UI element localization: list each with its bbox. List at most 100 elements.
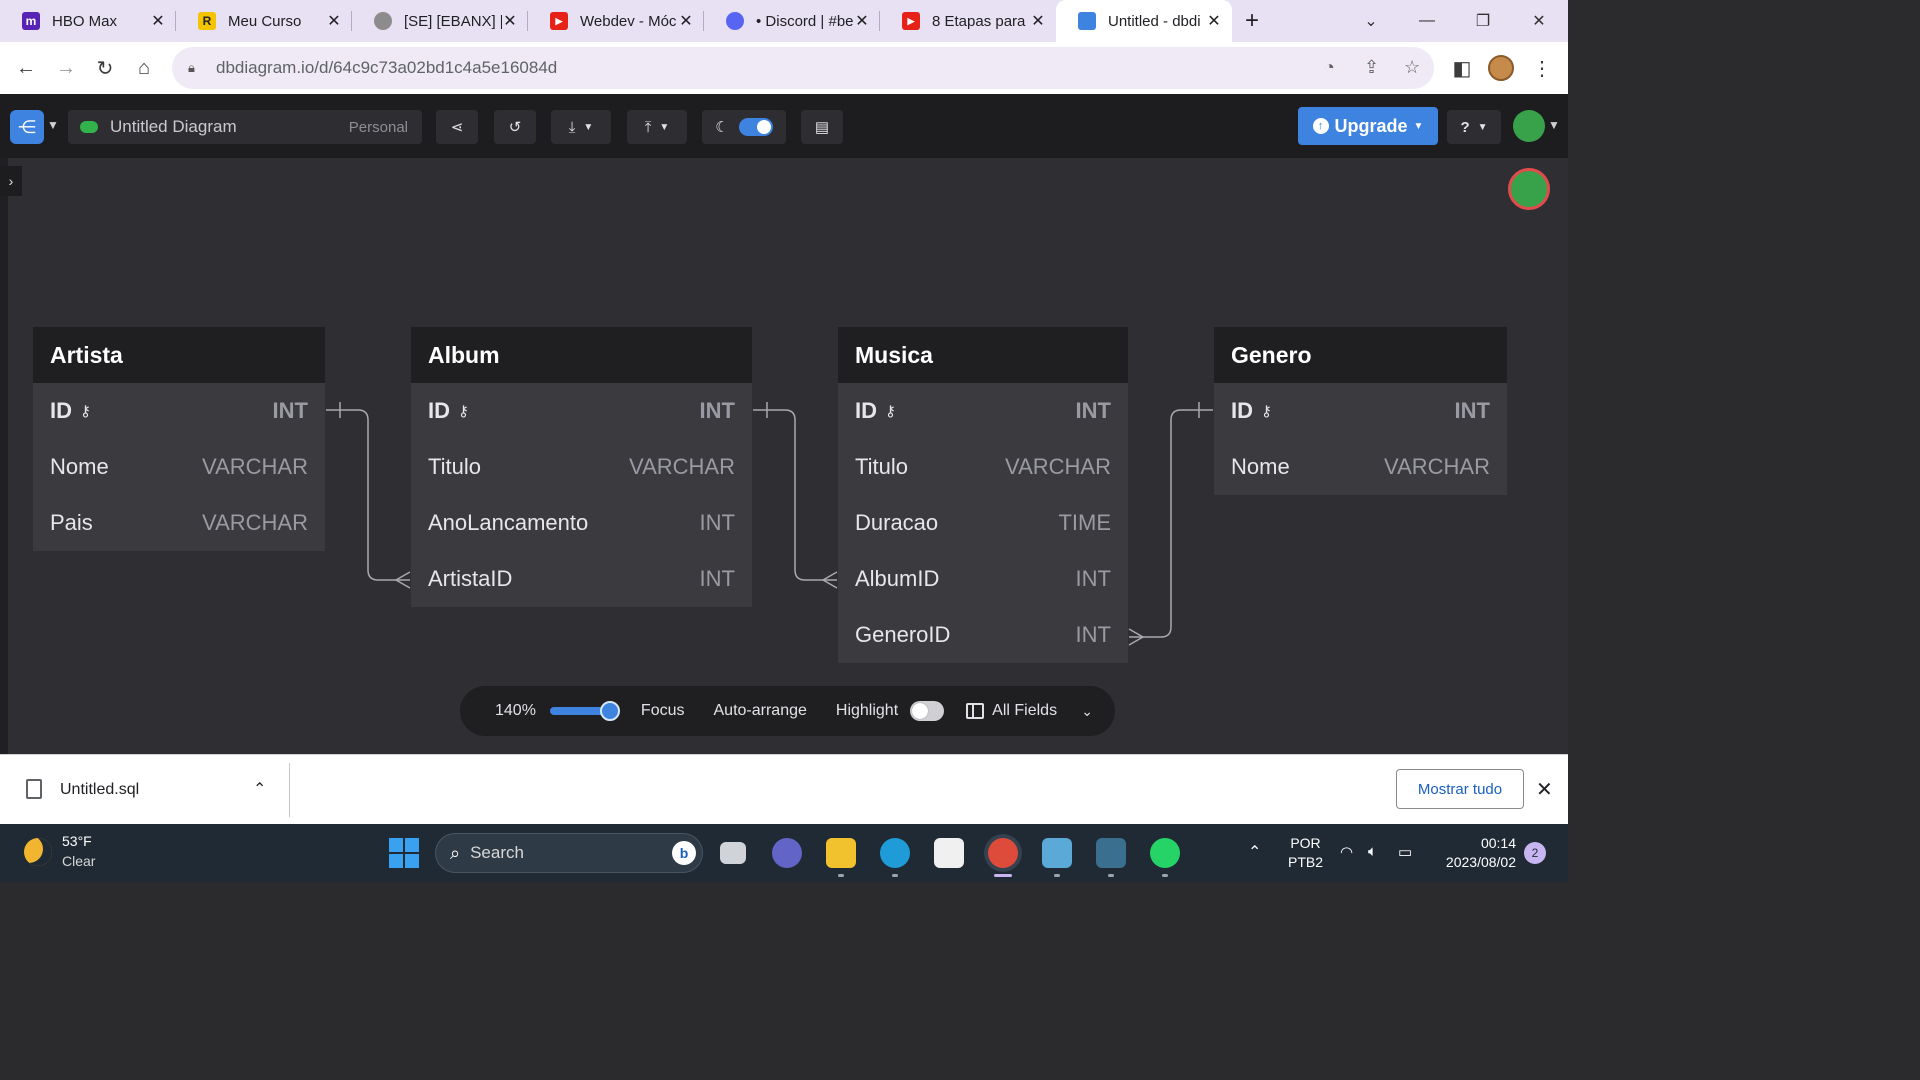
field-row[interactable]: ArtistaID INT: [411, 551, 752, 607]
field-row[interactable]: Pais VARCHAR: [33, 495, 325, 551]
bookmark-star-icon[interactable]: ☆: [1404, 57, 1420, 78]
battery-icon[interactable]: ▭: [1398, 843, 1412, 861]
reload-icon[interactable]: ↻: [91, 54, 119, 82]
field-row[interactable]: ID ⚷ INT: [33, 383, 325, 439]
dbdiagram-logo-icon[interactable]: ⋲: [10, 110, 44, 144]
table-header[interactable]: Artista: [33, 327, 325, 383]
table-artista[interactable]: Artista ID ⚷ INT Nome VARCHAR Pais VARCHA…: [33, 327, 325, 551]
table-musica[interactable]: Musica ID ⚷ INT Titulo VARCHAR Duracao TI…: [838, 327, 1128, 663]
chevron-down-icon[interactable]: ⌄: [1081, 703, 1093, 720]
teams-chat-icon[interactable]: [772, 838, 802, 868]
import-button[interactable]: ⤒ ▼: [627, 110, 687, 144]
task-view-icon[interactable]: [720, 842, 746, 864]
diagram-name-field[interactable]: Untitled Diagram Personal: [68, 110, 422, 144]
whatsapp-icon[interactable]: [1150, 838, 1180, 868]
weather-condition[interactable]: Clear: [62, 853, 95, 869]
tab-discord[interactable]: • Discord | #be ✕: [704, 0, 880, 42]
side-panel-icon[interactable]: ◧: [1448, 54, 1476, 82]
show-all-downloads-button[interactable]: Mostrar tudo: [1396, 769, 1524, 809]
taskbar-search[interactable]: ⌕ Search b: [435, 833, 703, 873]
edge-icon[interactable]: [880, 838, 910, 868]
tab-close-icon[interactable]: ✕: [326, 11, 342, 31]
tray-chevron-up-icon[interactable]: ⌃: [1248, 842, 1261, 862]
logo-caret-icon[interactable]: ▼: [47, 118, 59, 132]
tab-close-icon[interactable]: ✕: [678, 11, 694, 31]
focus-button[interactable]: Focus: [641, 702, 685, 720]
zoom-slider[interactable]: [549, 701, 620, 721]
tab-ebanx[interactable]: [SE] [EBANX] [I ✕: [352, 0, 528, 42]
field-row[interactable]: Duracao TIME: [838, 495, 1128, 551]
table-genero[interactable]: Genero ID ⚷ INT Nome VARCHAR: [1214, 327, 1507, 495]
field-row[interactable]: ID ⚷ INT: [1214, 383, 1507, 439]
new-tab-button[interactable]: +: [1232, 0, 1272, 42]
forward-icon[interactable]: →: [52, 54, 80, 82]
url-text[interactable]: dbdiagram.io/d/64c9c73a02bd1c4a5e16084d: [216, 58, 557, 78]
file-explorer-icon[interactable]: [826, 838, 856, 868]
volume-icon[interactable]: 🔈︎: [1368, 843, 1377, 860]
field-row[interactable]: Nome VARCHAR: [1214, 439, 1507, 495]
help-button[interactable]: ? ▼: [1447, 110, 1501, 144]
performance-icon[interactable]: ◔: [1324, 57, 1335, 78]
tab-search-icon[interactable]: ⌄: [1343, 0, 1399, 42]
close-window-icon[interactable]: ✕: [1511, 0, 1567, 42]
upgrade-button[interactable]: ↑ Upgrade ▼: [1298, 107, 1438, 145]
user-menu-caret-icon[interactable]: ▼: [1548, 118, 1560, 132]
table-header[interactable]: Genero: [1214, 327, 1507, 383]
table-header[interactable]: Musica: [838, 327, 1128, 383]
download-file-name[interactable]: Untitled.sql: [60, 781, 139, 799]
system-clock[interactable]: 00:14 2023/08/02: [1432, 834, 1516, 872]
omnibox[interactable]: 🔒︎ dbdiagram.io/d/64c9c73a02bd1c4a5e1608…: [172, 47, 1434, 89]
expand-sidebar-chevron-icon[interactable]: ›: [0, 166, 22, 196]
back-icon[interactable]: ←: [12, 54, 40, 82]
microsoft-store-icon[interactable]: [934, 838, 964, 868]
field-row[interactable]: GeneroID INT: [838, 607, 1128, 663]
dark-mode-toggle[interactable]: ☾: [702, 110, 786, 144]
diagram-name[interactable]: Untitled Diagram: [110, 117, 349, 137]
table-header[interactable]: Album: [411, 327, 752, 383]
chrome-icon[interactable]: [988, 838, 1018, 868]
diagram-canvas[interactable]: › Artista ID ⚷ INT Nome VARCHAR Pais VAR…: [0, 158, 1568, 754]
field-row[interactable]: Titulo VARCHAR: [838, 439, 1128, 495]
tab-close-icon[interactable]: ✕: [150, 11, 166, 31]
field-row[interactable]: AlbumID INT: [838, 551, 1128, 607]
mysql-workbench-icon[interactable]: [1096, 838, 1126, 868]
tab-close-icon[interactable]: ✕: [1206, 11, 1222, 31]
zoom-slider-handle[interactable]: [599, 701, 620, 721]
browser-menu-icon[interactable]: ⋮: [1528, 54, 1556, 82]
tab-dbdiagram-active[interactable]: Untitled - dbdi ✕: [1056, 0, 1232, 42]
editor-sidebar-handle[interactable]: [0, 158, 8, 754]
tab-webdev[interactable]: ▶ Webdev - Móc ✕: [528, 0, 704, 42]
collaborator-avatar[interactable]: [1508, 168, 1550, 210]
field-row[interactable]: ID ⚷ INT: [838, 383, 1128, 439]
keyboard-language[interactable]: POR PTB2: [1288, 834, 1323, 872]
field-row[interactable]: Nome VARCHAR: [33, 439, 325, 495]
tab-meu-curso[interactable]: R Meu Curso ✕: [176, 0, 352, 42]
user-avatar[interactable]: [1513, 110, 1545, 142]
mysql-installer-icon[interactable]: [1042, 838, 1072, 868]
home-icon[interactable]: ⌂: [130, 54, 158, 82]
export-button[interactable]: ⤓ ▼: [551, 110, 611, 144]
share-icon[interactable]: ⇪: [1364, 57, 1379, 78]
share-button[interactable]: ⋖: [436, 110, 478, 144]
table-album[interactable]: Album ID ⚷ INT Titulo VARCHAR AnoLancamen…: [411, 327, 752, 607]
lock-icon[interactable]: 🔒︎: [188, 60, 202, 76]
dark-mode-switch[interactable]: [738, 118, 773, 136]
browser-profile-avatar[interactable]: [1488, 55, 1514, 81]
highlight-toggle[interactable]: [910, 701, 945, 721]
moon-weather-icon[interactable]: [24, 838, 52, 866]
close-icon[interactable]: ✕: [1536, 777, 1553, 802]
tab-close-icon[interactable]: ✕: [1030, 11, 1046, 31]
history-button[interactable]: ↺: [494, 110, 536, 144]
auto-arrange-button[interactable]: Auto-arrange: [714, 702, 807, 720]
tab-close-icon[interactable]: ✕: [854, 11, 870, 31]
minimize-icon[interactable]: —: [1399, 0, 1455, 42]
tab-close-icon[interactable]: ✕: [502, 11, 518, 31]
notification-badge[interactable]: 2: [1524, 842, 1546, 864]
all-fields-select[interactable]: All Fields: [992, 702, 1057, 720]
tab-hbo-max[interactable]: m HBO Max ✕: [0, 0, 176, 42]
tab-8-etapas[interactable]: ▶ 8 Etapas para I ✕: [880, 0, 1056, 42]
bing-icon[interactable]: b: [672, 841, 696, 865]
wifi-icon[interactable]: ◠: [1340, 843, 1353, 861]
restore-icon[interactable]: ❐: [1455, 0, 1511, 42]
field-row[interactable]: Titulo VARCHAR: [411, 439, 752, 495]
